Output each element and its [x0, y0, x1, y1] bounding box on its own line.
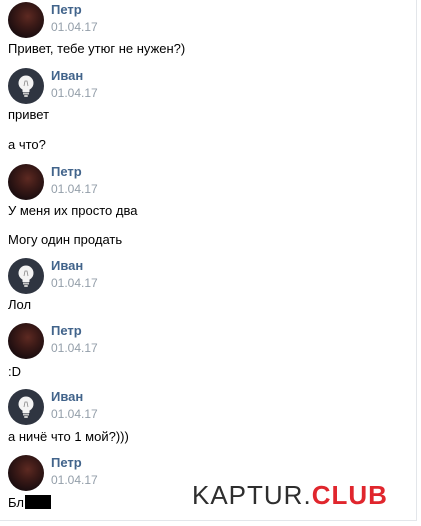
chat-window: Петр 01.04.17 Привет, тебе утюг не нужен… [0, 0, 417, 521]
watermark-part1: KAPTUR. [192, 480, 312, 510]
message-text-visible: Бл [8, 495, 24, 510]
message-text: У меня их просто два [8, 203, 138, 218]
message-date: 01.04.17 [51, 86, 98, 100]
message-date: 01.04.17 [51, 341, 98, 355]
avatar[interactable] [8, 164, 44, 200]
avatar[interactable] [8, 323, 44, 359]
watermark-part2: CLUB [311, 480, 388, 510]
message-date: 01.04.17 [51, 407, 98, 421]
lightbulb-icon [18, 75, 34, 97]
author-name[interactable]: Иван [51, 258, 83, 273]
message-text: Могу один продать [8, 232, 123, 247]
redaction-block [24, 495, 51, 509]
message-text: а что? [8, 137, 46, 152]
message-text: Бл [8, 495, 51, 510]
message-date: 01.04.17 [51, 276, 98, 290]
message-text: Лол [8, 297, 32, 312]
message-date: 01.04.17 [51, 182, 98, 196]
author-name[interactable]: Иван [51, 68, 83, 83]
avatar[interactable] [8, 258, 44, 294]
avatar[interactable] [8, 389, 44, 425]
message-text: а ничё что 1 мой?))) [8, 429, 129, 444]
message-date: 01.04.17 [51, 20, 98, 34]
lightbulb-icon [18, 265, 34, 287]
watermark: KAPTUR.CLUB [192, 480, 388, 511]
author-name[interactable]: Иван [51, 389, 83, 404]
message-text: :D [8, 364, 21, 379]
avatar[interactable] [8, 455, 44, 491]
message-date: 01.04.17 [51, 473, 98, 487]
author-name[interactable]: Петр [51, 2, 82, 17]
lightbulb-icon [18, 396, 34, 418]
avatar[interactable] [8, 68, 44, 104]
author-name[interactable]: Петр [51, 455, 82, 470]
message-text: привет [8, 107, 50, 122]
author-name[interactable]: Петр [51, 164, 82, 179]
avatar[interactable] [8, 2, 44, 38]
author-name[interactable]: Петр [51, 323, 82, 338]
message-text: Привет, тебе утюг не нужен?) [8, 41, 186, 56]
